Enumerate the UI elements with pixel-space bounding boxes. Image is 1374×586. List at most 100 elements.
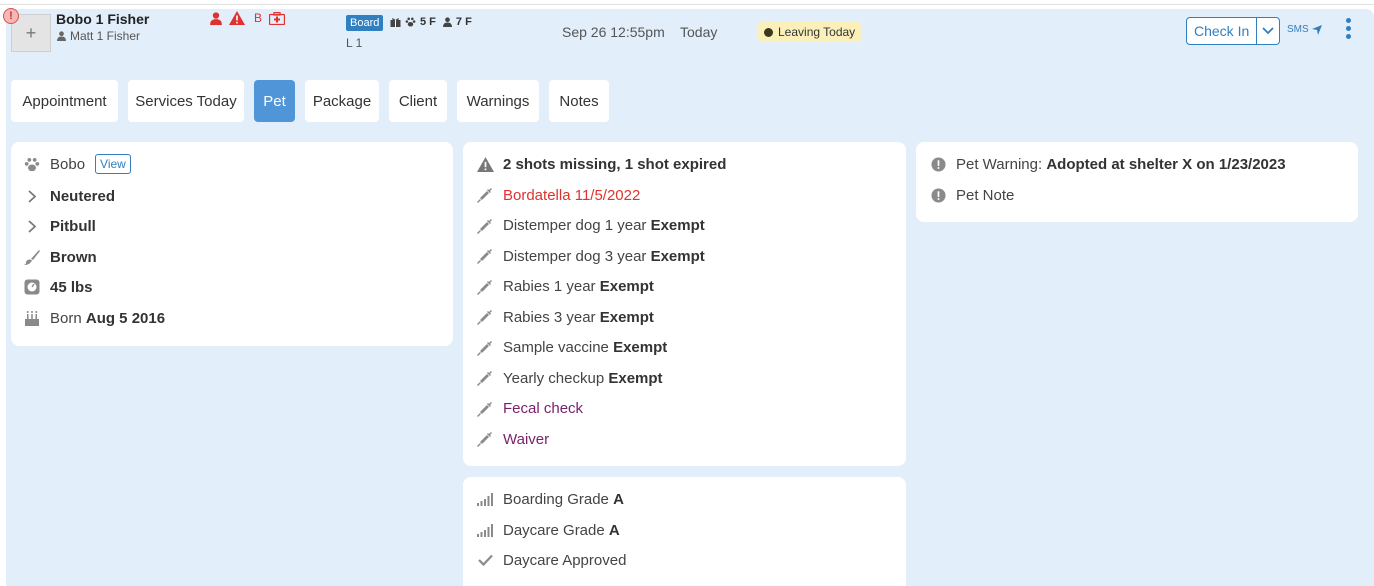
household-counts: 5 F 7 F (390, 16, 472, 28)
daycare-approved-label: Daycare Approved (503, 551, 627, 569)
tab-pet[interactable]: Pet (254, 80, 295, 122)
boarding-grade-value: A (613, 490, 624, 508)
vaccination-name: Distemper dog 1 year (503, 217, 647, 234)
neutered-value: Neutered (50, 187, 116, 205)
syringe-icon (476, 339, 494, 357)
syringe-icon (476, 400, 494, 418)
vaccination-status: Exempt (599, 308, 654, 326)
signal-bars-icon (476, 490, 494, 508)
pet-note-row: Pet Note (929, 183, 1014, 207)
vaccination-name: Bordatella (503, 186, 571, 204)
tab-notes[interactable]: Notes (549, 80, 609, 122)
paintbrush-icon (23, 248, 41, 266)
chevron-right-icon (23, 187, 41, 205)
plus-icon: + (25, 22, 37, 43)
tab-appointment[interactable]: Appointment (11, 80, 118, 122)
shots-summary: 2 shots missing, 1 shot expired (503, 155, 727, 173)
status-label: Leaving Today (778, 25, 856, 39)
vaccination-name: Yearly checkup (503, 369, 605, 387)
vaccination-name: Rabies 3 year (503, 308, 596, 326)
top-divider (0, 0, 1374, 5)
syringe-icon (476, 217, 494, 235)
birthday-cake-icon (23, 309, 41, 327)
service-badge: Board (346, 15, 384, 31)
pet-warning-row: Pet Warning: Adopted at shelter X on 1/2… (929, 152, 1286, 176)
vaccination-row: Yearly checkup Exempt (476, 366, 663, 390)
vaccination-row: Distemper dog 3 year Exempt (476, 244, 705, 268)
status-badge: Leaving Today (758, 22, 862, 42)
pet-note-label: Pet Note (956, 186, 1015, 204)
status-dot-icon (764, 27, 773, 37)
owner-link[interactable]: Matt 1 Fisher (57, 29, 140, 43)
appointment-day: Today (680, 24, 718, 40)
pet-name: Bobo (50, 155, 86, 173)
vaccination-row: Bordatella 11/5/2022 (476, 183, 640, 207)
birthday-row: Born Aug 5 2016 (23, 306, 165, 330)
medical-kit-icon[interactable] (269, 11, 286, 25)
alert-icon[interactable]: ! (3, 8, 19, 24)
weight-row: 45 lbs (23, 275, 93, 299)
vaccination-row: Distemper dog 1 year Exempt (476, 214, 705, 238)
boarding-grade-row: Boarding Grade A (476, 487, 624, 511)
paw-icon (23, 155, 41, 173)
pet-warning-text: Adopted at shelter X on 1/23/2023 (1046, 155, 1286, 173)
owner-name: Matt 1 Fisher (70, 29, 141, 43)
chevron-down-icon (1262, 27, 1274, 35)
syringe-icon (476, 430, 494, 448)
people-count: 7 F (455, 16, 472, 28)
daycare-grade-label: Daycare Grade (503, 521, 605, 539)
vaccination-row: Waiver (476, 427, 549, 451)
warning-triangle-icon (476, 155, 494, 173)
tab-services-today[interactable]: Services Today (128, 80, 244, 122)
vaccination-row: Fecal check (476, 397, 583, 421)
weight-value: 45 lbs (50, 278, 93, 296)
syringe-icon (476, 186, 494, 204)
tab-warnings[interactable]: Warnings (457, 80, 539, 122)
vaccination-status: Exempt (608, 369, 663, 387)
chevron-right-icon (23, 217, 41, 235)
person-icon (442, 17, 452, 27)
boarding-grade-label: Boarding Grade (503, 490, 609, 508)
syringe-icon (476, 278, 494, 296)
pets-count: 5 F (420, 16, 436, 28)
shots-summary-row: 2 shots missing, 1 shot expired (476, 152, 726, 176)
neutered-row[interactable]: Neutered (23, 184, 115, 208)
exclamation-circle-icon (929, 186, 947, 204)
more-options-icon[interactable] (1346, 18, 1351, 39)
behavior-flag[interactable]: B (254, 11, 262, 25)
vaccination-name: Fecal check (503, 400, 584, 417)
view-pet-button[interactable]: View (95, 154, 131, 174)
vaccination-name: Sample vaccine (503, 339, 609, 356)
vaccination-row: Rabies 1 year Exempt (476, 275, 654, 299)
signal-bars-icon (476, 521, 494, 539)
send-icon (1311, 24, 1322, 35)
appointment-datetime: Sep 26 12:55pm (562, 24, 665, 40)
exclamation-circle-icon (929, 155, 947, 173)
warning-triangle-icon[interactable] (229, 11, 245, 25)
vaccination-status: 11/5/2022 (574, 186, 641, 204)
pet-name-link[interactable]: Bobo 1 Fisher (56, 11, 149, 27)
breed-row[interactable]: Pitbull (23, 214, 96, 238)
sms-button[interactable]: SMS (1287, 24, 1322, 35)
vaccination-name: Waiver (503, 430, 550, 448)
tab-package[interactable]: Package (305, 80, 379, 122)
sms-label: SMS (1287, 24, 1309, 35)
born-label: Born (50, 309, 82, 327)
color-row: Brown (23, 245, 97, 269)
vaccination-status: Exempt (650, 217, 705, 234)
vaccination-name: Distemper dog 3 year (503, 247, 647, 265)
person-alert-icon[interactable] (210, 11, 222, 25)
pet-name-row: Bobo View (23, 152, 131, 176)
tab-client[interactable]: Client (389, 80, 447, 122)
syringe-icon (476, 247, 494, 265)
check-in-dropdown-toggle[interactable] (1257, 18, 1279, 44)
check-in-button[interactable]: Check In (1187, 18, 1258, 44)
daycare-approved-row: Daycare Approved (476, 548, 626, 572)
vaccination-status: Exempt (650, 247, 705, 265)
alert-icons: B (210, 11, 286, 25)
daycare-grade-value: A (608, 521, 620, 539)
syringe-icon (476, 369, 494, 387)
paw-icon (405, 17, 416, 27)
checkmark-icon (476, 551, 494, 569)
location-label: L 1 (346, 36, 363, 50)
